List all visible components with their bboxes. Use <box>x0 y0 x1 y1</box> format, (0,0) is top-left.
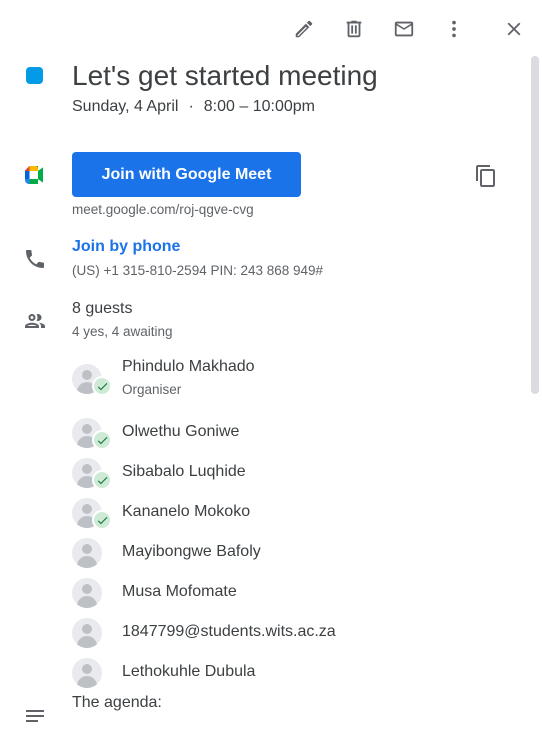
phone-dial-in-details: (US) +1 315-810-2594 PIN: 243 868 949# <box>72 263 324 278</box>
delete-button[interactable] <box>339 14 369 44</box>
join-by-phone-link[interactable]: Join by phone <box>72 238 180 256</box>
guest-list: Phindulo Makhado Organiser Olwethu Goniw… <box>72 356 512 692</box>
guest-name: Kananelo Mokoko <box>122 503 251 520</box>
copy-conference-info-button[interactable] <box>470 160 502 192</box>
more-options-button[interactable] <box>439 14 469 44</box>
avatar <box>72 658 102 688</box>
guest-name: 1847799@students.wits.ac.za <box>122 623 336 640</box>
guest-name: Phindulo Makhado <box>122 358 255 375</box>
guest-item[interactable]: Musa Mofomate <box>72 572 512 612</box>
delete-icon <box>346 20 362 38</box>
event-datetime: Sunday, 4 April · 8:00 – 10:00pm <box>72 98 315 116</box>
guest-item[interactable]: Sibabalo Luqhide <box>72 452 512 492</box>
guest-item[interactable]: Lethokuhle Dubula <box>72 652 512 692</box>
guest-name: Olwethu Goniwe <box>122 423 240 440</box>
guests-count: 8 guests <box>72 300 133 317</box>
meet-url: meet.google.com/roj-qgve-cvg <box>72 202 254 217</box>
event-time: 8:00 – 10:00pm <box>203 98 315 115</box>
copy-icon <box>476 165 495 187</box>
more-vert-icon <box>452 20 456 38</box>
event-toolbar <box>0 14 542 44</box>
accepted-check-icon <box>92 510 112 530</box>
edit-icon <box>295 20 313 38</box>
close-button[interactable] <box>499 14 529 44</box>
guest-item[interactable]: Kananelo Mokoko <box>72 492 512 532</box>
guest-name: Mayibongwe Bafoly <box>122 543 261 560</box>
guest-name: Lethokuhle Dubula <box>122 663 256 680</box>
description-icon <box>22 703 48 729</box>
guests-icon <box>22 308 48 334</box>
guest-item[interactable]: Mayibongwe Bafoly <box>72 532 512 572</box>
guest-role: Organiser <box>122 382 182 397</box>
datetime-separator: · <box>188 98 194 115</box>
join-google-meet-button[interactable]: Join with Google Meet <box>72 152 301 197</box>
event-date: Sunday, 4 April <box>72 98 179 115</box>
email-icon <box>394 21 414 37</box>
guests-rsvp-summary: 4 yes, 4 awaiting <box>72 324 173 339</box>
guest-name: Sibabalo Luqhide <box>122 463 246 480</box>
guest-item[interactable]: 1847799@students.wits.ac.za <box>72 612 512 652</box>
accepted-check-icon <box>92 430 112 450</box>
guest-item[interactable]: Olwethu Goniwe <box>72 412 512 452</box>
accepted-check-icon <box>92 470 112 490</box>
avatar <box>72 618 102 648</box>
avatar <box>72 538 102 568</box>
guest-name: Musa Mofomate <box>122 583 237 600</box>
accepted-check-icon <box>92 376 112 396</box>
email-guests-button[interactable] <box>389 14 419 44</box>
avatar <box>72 578 102 608</box>
event-color-swatch <box>26 67 43 84</box>
google-meet-icon <box>22 162 48 188</box>
close-icon <box>507 22 521 36</box>
guest-item[interactable]: Phindulo Makhado Organiser <box>72 356 512 412</box>
phone-icon <box>22 246 48 272</box>
scrollbar-thumb[interactable] <box>531 56 539 394</box>
edit-button[interactable] <box>289 14 319 44</box>
event-title: Let's get started meeting <box>72 60 378 91</box>
event-description: The agenda: <box>72 694 162 711</box>
